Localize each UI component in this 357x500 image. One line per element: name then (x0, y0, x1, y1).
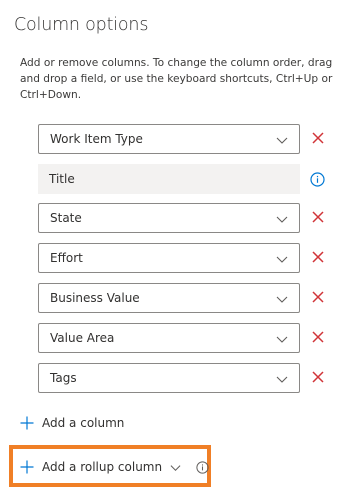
chevron-down-icon (276, 376, 288, 383)
plus-icon (20, 460, 34, 474)
column-select-business-value[interactable]: Business Value (38, 283, 300, 313)
column-select-state[interactable]: State (38, 203, 300, 233)
add-column-label: Add a column (42, 416, 125, 430)
column-select-label: Effort (50, 251, 83, 265)
column-select-label: Value Area (50, 331, 115, 345)
panel-description: Add or remove columns. To change the col… (20, 57, 333, 101)
column-select-work-item-type[interactable]: Work Item Type (38, 124, 300, 154)
add-rollup-column-label: Add a rollup column (42, 460, 163, 474)
chevron-down-icon (276, 296, 288, 303)
column-row: Tags (38, 363, 338, 393)
column-select-label: Work Item Type (50, 132, 143, 146)
column-select-label: Business Value (50, 291, 140, 305)
column-select-label: State (50, 211, 82, 225)
close-icon[interactable] (311, 290, 325, 304)
column-static-label: Title (49, 172, 75, 186)
close-icon[interactable] (311, 330, 325, 344)
column-options-panel: Column options Add or remove columns. To… (0, 0, 357, 500)
add-column-button[interactable]: Add a column (20, 413, 124, 433)
column-select-value-area[interactable]: Value Area (38, 323, 300, 353)
chevron-down-icon[interactable] (170, 462, 181, 473)
close-icon[interactable] (311, 210, 325, 224)
add-rollup-column-button[interactable]: Add a rollup column (20, 457, 209, 477)
info-icon[interactable] (196, 460, 209, 474)
column-select-label: Tags (50, 371, 77, 385)
column-row: Value Area (38, 323, 338, 353)
close-icon[interactable] (311, 131, 325, 145)
chevron-down-icon (276, 336, 288, 343)
panel-title: Column options (14, 15, 149, 35)
column-row: Title (38, 164, 338, 194)
plus-icon (20, 416, 34, 430)
column-row: State (38, 203, 338, 233)
column-row: Work Item Type (38, 124, 338, 154)
close-icon[interactable] (311, 370, 325, 384)
column-select-effort[interactable]: Effort (38, 243, 300, 273)
chevron-down-icon (276, 256, 288, 263)
column-static-title: Title (38, 164, 300, 194)
close-icon[interactable] (311, 250, 325, 264)
column-select-tags[interactable]: Tags (38, 363, 300, 393)
column-row: Effort (38, 243, 338, 273)
chevron-down-icon (276, 137, 288, 144)
chevron-down-icon (276, 216, 288, 223)
info-icon[interactable] (310, 172, 325, 187)
column-row: Business Value (38, 283, 338, 313)
